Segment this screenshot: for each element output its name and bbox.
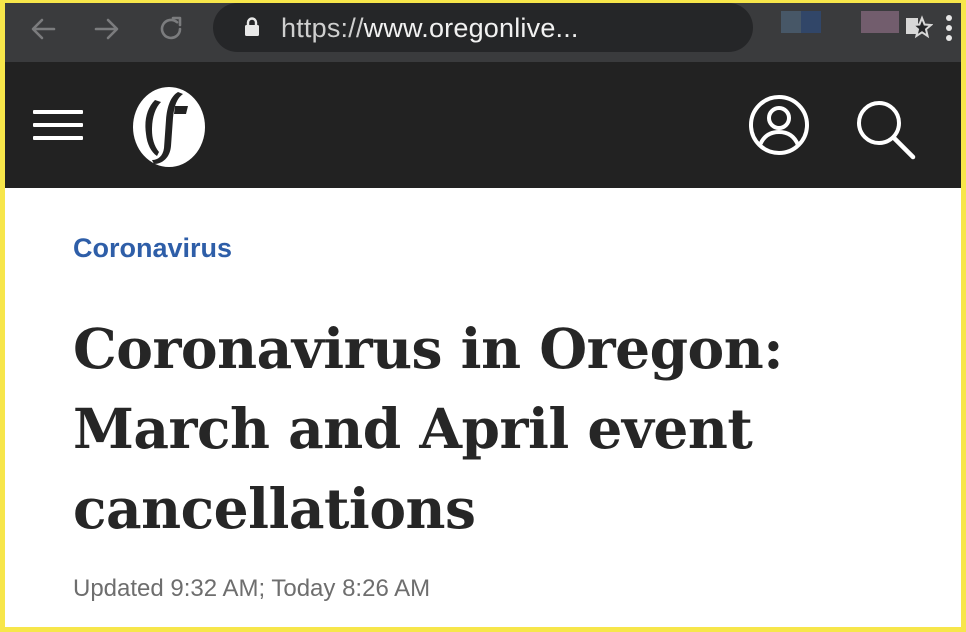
browser-toolbar: https://www.oregonlive... xyxy=(5,3,961,62)
url-host: www.oregonlive... xyxy=(363,13,579,43)
extension-icon[interactable] xyxy=(781,11,801,33)
extension-icon[interactable] xyxy=(801,11,821,33)
back-arrow-icon xyxy=(31,18,56,40)
reload-button[interactable] xyxy=(151,9,191,49)
article-timestamp: Updated 9:32 AM; Today 8:26 AM xyxy=(73,575,431,602)
search-icon[interactable] xyxy=(853,97,919,163)
forward-button[interactable] xyxy=(87,9,127,49)
oregonian-logo[interactable] xyxy=(131,86,207,168)
back-button[interactable] xyxy=(23,9,63,49)
reload-icon xyxy=(160,16,182,40)
bookmark-star-icon[interactable] xyxy=(903,13,933,43)
lock-icon xyxy=(245,17,259,36)
url-scheme: https:// xyxy=(281,13,364,43)
url-text: https://www.oregonlive... xyxy=(281,13,579,44)
user-icon[interactable] xyxy=(747,93,811,157)
address-bar[interactable]: https://www.oregonlive... xyxy=(213,3,933,52)
browser-menu-icon[interactable] xyxy=(945,13,953,43)
extension-icon[interactable] xyxy=(861,11,899,33)
hamburger-icon[interactable] xyxy=(33,110,83,142)
screenshot-frame: https://www.oregonlive... Coronavirus Co… xyxy=(0,0,966,632)
section-link[interactable]: Coronavirus xyxy=(73,233,232,264)
article-headline: Coronavirus in Oregon: March and April e… xyxy=(73,316,784,541)
site-header xyxy=(5,62,961,188)
forward-arrow-icon xyxy=(94,18,119,40)
